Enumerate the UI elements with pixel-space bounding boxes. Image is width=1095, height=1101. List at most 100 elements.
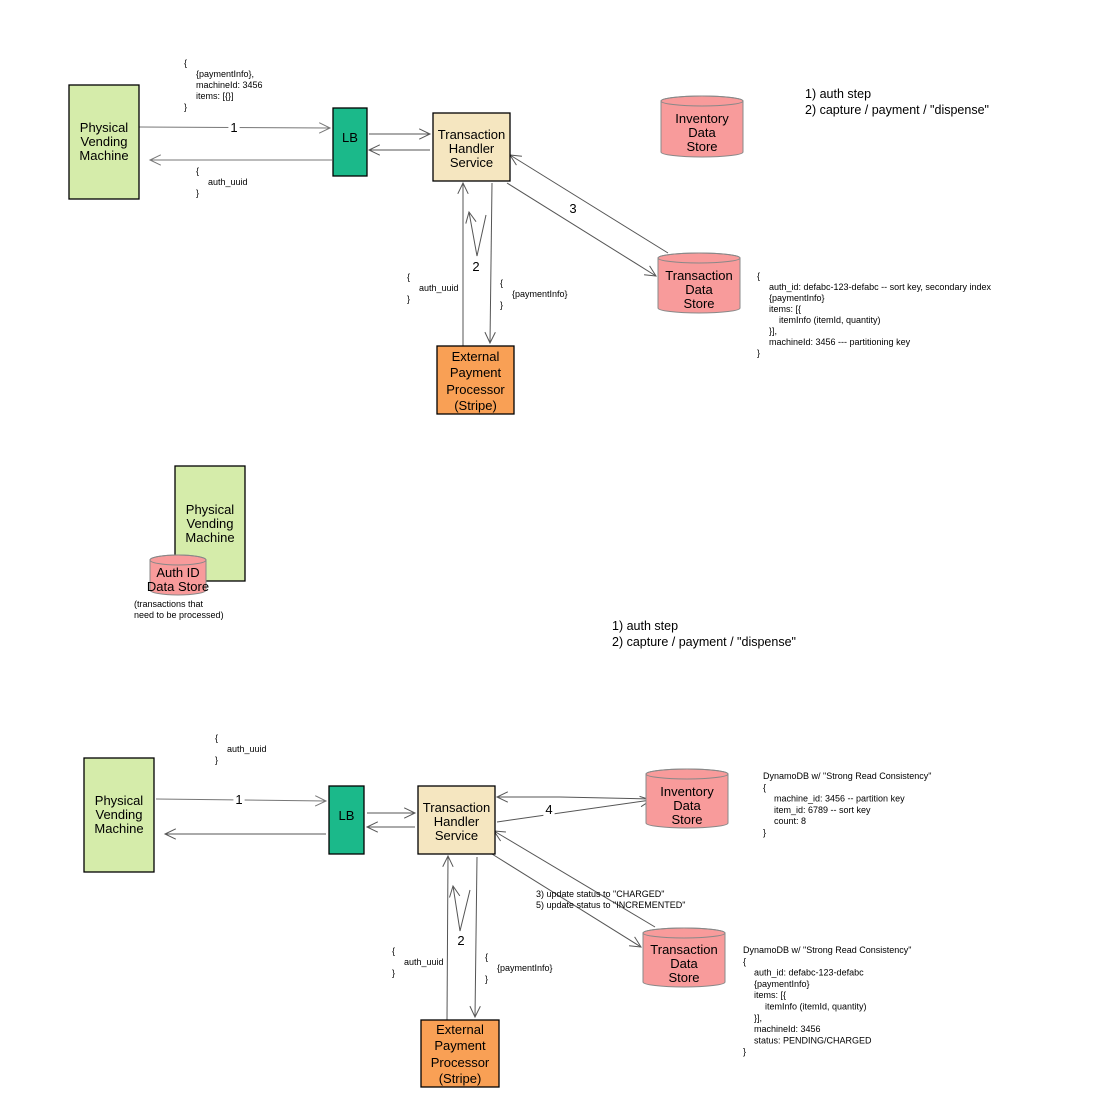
arrow-service-to-inventory <box>496 795 653 823</box>
step-line: 1) auth step <box>805 87 871 101</box>
arrow-transaction-store-to-service-bottom <box>493 830 656 928</box>
response-note-top-line: auth_uuid <box>208 177 248 187</box>
transaction-schema-top-line: machineId: 3456 --- partitioning key <box>769 337 911 347</box>
transaction-data-store-bottom-label: Data <box>670 956 698 971</box>
inventory-data-store-bottom-label: Data <box>673 798 701 813</box>
transaction-data-store-top-label: Data <box>685 282 713 297</box>
transaction-schema-top-line: {paymentInfo} <box>769 293 825 303</box>
payment-processor-top-label: (Stripe) <box>454 398 497 413</box>
processor-response-note-top: {auth_uuid} <box>407 272 459 304</box>
architecture-diagram: PhysicalVendingMachineLB TransactionHandl… <box>68 58 991 1088</box>
response-note-bottom-line: auth_uuid <box>227 744 267 754</box>
inventory-data-store-top-label: Store <box>686 139 717 154</box>
inventory-schema-bottom-line: } <box>763 828 766 838</box>
processor-request-note-top-line: } <box>500 300 503 310</box>
transaction-data-store-top[interactable]: TransactionDataStore <box>657 252 741 314</box>
transaction-schema-bottom-line: {paymentInfo} <box>754 979 810 989</box>
processor-response-note-bottom-line: auth_uuid <box>404 957 444 967</box>
arrow-transaction-store-to-service <box>509 154 669 254</box>
arrow-inventory-to-service-line <box>497 796 652 800</box>
edge-label-1-bottom: 1 <box>235 792 242 807</box>
edge-label-4-bottom: 4 <box>545 802 552 817</box>
vending-machine-top[interactable]: PhysicalVendingMachine <box>68 84 140 200</box>
step-line: 1) auth step <box>612 619 678 633</box>
inventory-data-store-top-label: Inventory <box>675 111 729 126</box>
transaction-data-store-top-label: Transaction <box>665 268 732 283</box>
inventory-schema-bottom-line: { <box>763 782 766 792</box>
inventory-data-store-bottom[interactable]: InventoryDataStore <box>645 768 729 829</box>
vending-machine-bottom-label: Physical <box>95 793 144 808</box>
arrow-loop-2-bottom-line <box>452 885 471 932</box>
processor-response-note-bottom-line: { <box>392 946 395 956</box>
auth-store-caption-line: need to be processed) <box>134 610 224 620</box>
vending-machine-bottom[interactable]: PhysicalVendingMachine <box>83 757 155 873</box>
transaction-schema-top-line: items: [{ <box>769 304 801 314</box>
response-note-bottom-line: } <box>215 755 218 765</box>
request-note-top-line: machineId: 3456 <box>196 80 263 90</box>
vending-machine-middle-label: Vending <box>187 516 234 531</box>
payment-processor-top-label: Processor <box>446 382 505 397</box>
processor-request-note-top-line: {paymentInfo} <box>512 289 568 299</box>
transaction-data-store-bottom-label: Transaction <box>650 942 717 957</box>
transaction-handler-service-top-label: Service <box>450 155 493 170</box>
transaction-handler-service-top-label: Transaction <box>438 127 505 142</box>
auth-store-caption: (transactions thatneed to be processed) <box>134 599 224 620</box>
transaction-handler-service-bottom-label: Service <box>435 828 478 843</box>
arrow-inventory-to-service <box>495 791 652 803</box>
response-note-top-line: { <box>196 166 199 176</box>
inventory-schema-bottom-line: item_id: 6789 -- sort key <box>774 805 871 815</box>
response-note-bottom-line: { <box>215 733 218 743</box>
inventory-data-store-top[interactable]: InventoryDataStore <box>660 95 744 158</box>
request-note-top-line: {paymentInfo}, <box>196 69 254 79</box>
arrow-service-to-lb <box>367 144 430 156</box>
edge-label-2-top: 2 <box>472 259 479 274</box>
auth-id-data-store-label: Data Store <box>147 579 209 594</box>
request-note-top: {{paymentInfo},machineId: 3456items: [{}… <box>184 58 263 112</box>
arrow-transaction-store-to-service-bottom-line <box>493 830 656 928</box>
transaction-handler-service-bottom-label: Transaction <box>423 800 490 815</box>
transaction-handler-service-bottom[interactable]: TransactionHandlerService <box>417 785 496 855</box>
step-line: 2) capture / payment / "dispense" <box>612 635 796 649</box>
transaction-schema-top: {auth_id: defabc-123-defabc -- sort key,… <box>757 271 991 358</box>
request-note-top-line: } <box>184 102 187 112</box>
inventory-data-store-bottom-label: Store <box>671 812 702 827</box>
request-note-top-line: items: [{}] <box>196 91 234 101</box>
transaction-schema-bottom-line: machineId: 3456 <box>754 1024 821 1034</box>
arrow-lb-to-service-bottom <box>367 807 417 819</box>
load-balancer-bottom[interactable]: LB <box>328 785 365 855</box>
payment-processor-bottom-label: Processor <box>431 1055 490 1070</box>
arrow-processor-to-service-bottom-line <box>446 855 449 1021</box>
steps-middle: 1) auth step 2) capture / payment / "disp… <box>612 619 796 649</box>
transaction-handler-service-top[interactable]: TransactionHandlerService <box>432 112 511 182</box>
arrow-service-to-transaction-store <box>506 182 657 277</box>
arrow-loop-2-bottom <box>449 884 471 932</box>
transaction-schema-bottom-line: { <box>743 956 746 966</box>
step-line: 2) capture / payment / "dispense" <box>805 103 989 117</box>
vending-machine-top-label: Machine <box>79 148 128 163</box>
inventory-schema-bottom-line: DynamoDB w/ "Strong Read Consistency" <box>763 771 931 781</box>
transaction-schema-bottom-line: auth_id: defabc-123-defabc <box>754 968 864 978</box>
arrow-service-to-processor-bottom <box>469 856 481 1019</box>
payment-processor-top-label: Payment <box>450 365 502 380</box>
payment-processor-top[interactable]: ExternalPayment Processor(Stripe) <box>436 345 515 415</box>
processor-response-note-bottom-line: } <box>392 968 395 978</box>
inventory-schema-bottom-line: count: 8 <box>774 816 806 826</box>
transaction-schema-top-line: itemInfo (itemId, quantity) <box>779 315 881 325</box>
load-balancer-top[interactable]: LB <box>332 107 368 177</box>
status-updates-note-line: 5) update status to "INCREMENTED" <box>536 900 685 910</box>
transaction-data-store-bottom[interactable]: TransactionDataStore <box>642 927 726 988</box>
payment-processor-bottom[interactable]: ExternalPayment Processor(Stripe) <box>420 1019 500 1088</box>
inventory-schema-bottom: DynamoDB w/ "Strong Read Consistency"{ ma… <box>763 771 931 838</box>
processor-request-note-top: {{paymentInfo}} <box>500 278 568 310</box>
arrow-processor-to-service-bottom <box>442 854 454 1021</box>
arrow-loop-2 <box>465 210 487 257</box>
response-note-top-line: } <box>196 188 199 198</box>
transaction-schema-bottom-line: status: PENDING/CHARGED <box>754 1035 872 1045</box>
arrow-service-to-inventory-line <box>496 799 652 823</box>
auth-id-data-store-label: Auth ID <box>156 565 199 580</box>
transaction-schema-bottom: DynamoDB w/ "Strong Read Consistency"{au… <box>743 945 911 1057</box>
status-updates-note-line: 3) update status to "CHARGED" <box>536 889 664 899</box>
transaction-handler-service-top-label: Handler <box>449 141 495 156</box>
inventory-schema-bottom-line: machine_id: 3456 -- partition key <box>774 794 905 804</box>
auth-id-data-store[interactable]: Auth IDData Store <box>147 554 209 596</box>
